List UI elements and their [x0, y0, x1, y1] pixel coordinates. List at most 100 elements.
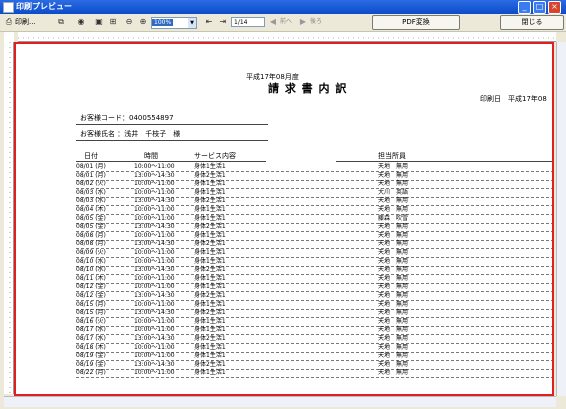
cell-staff: 天地 無用 — [378, 309, 409, 317]
forward-arrow-icon[interactable]: ▶ — [298, 17, 308, 27]
cell-service: 身体1生活1 — [194, 343, 226, 351]
document-title: 請 求 書 内 訳 — [268, 82, 348, 95]
vertical-scrollbar[interactable] — [556, 42, 566, 396]
cell-service: 身体1生活1 — [194, 283, 226, 291]
cell-date: 08/11 (木) — [76, 274, 106, 282]
cell-date: 08/04 (木) — [76, 206, 106, 213]
cell-date: 08/15 (月) — [76, 309, 106, 317]
binoculars-icon[interactable]: ◉ — [76, 17, 86, 27]
cell-staff: 天地 無用 — [378, 231, 409, 239]
cell-time: 13:00〜14:30 — [134, 335, 175, 342]
cell-time: 13:00〜14:30 — [134, 171, 175, 179]
cell-service: 身体2生活1 — [194, 266, 226, 274]
cell-date: 08/03 (水) — [76, 197, 106, 205]
cell-time: 10:00〜11:00 — [134, 257, 175, 265]
title-bar: 印刷プレビュー _ □ × — [0, 0, 566, 14]
print-button[interactable]: 印刷... — [15, 16, 36, 28]
vertical-ruler-ticks — [9, 42, 11, 394]
cell-date: 08/22 (月) — [76, 369, 106, 377]
cell-service: 身体1生活1 — [194, 214, 226, 222]
cell-service: 身体1生活1 — [194, 300, 226, 308]
next-page-icon[interactable]: ⇥ — [218, 17, 228, 27]
first-page-icon[interactable]: ⇤ — [204, 17, 214, 27]
cell-time: 10:00〜11:00 — [134, 214, 175, 222]
cell-date: 08/08 (月) — [76, 231, 106, 239]
pdf-convert-button[interactable]: PDF変換 — [372, 15, 460, 30]
multi-page-icon[interactable]: ⊞ — [108, 17, 118, 27]
close-preview-button[interactable]: 閉じる — [500, 15, 564, 30]
cell-time: 10:00〜11:00 — [134, 343, 175, 351]
page-number-input[interactable]: 1/14 — [231, 17, 265, 27]
page-preview[interactable]: 平成17年08月度 請 求 書 内 訳 印刷日 平成17年08 お客様コード：0… — [14, 42, 554, 396]
cell-service: 身体1生活1 — [194, 188, 226, 196]
cell-time: 13:00〜14:30 — [134, 223, 175, 231]
cell-service: 身体1生活1 — [194, 352, 226, 360]
cell-time: 10:00〜11:00 — [134, 180, 175, 188]
customer-code-underline — [76, 124, 268, 125]
cell-service: 身体1生活1 — [194, 257, 226, 265]
toolbar: ⎙ 印刷... ⧉ ◉ ▣ ⊞ ⊖ ⊕ 100% ▼ ⇤ ⇥ 1/14 ◀ 前へ… — [0, 14, 566, 32]
header-staff: 担当所員 — [378, 152, 406, 160]
zoom-value: 100% — [152, 19, 174, 26]
close-window-button[interactable]: × — [548, 1, 561, 14]
header-underline-left — [76, 161, 266, 162]
cell-service: 身体1生活1 — [194, 326, 226, 334]
cell-date: 08/19 (金) — [76, 352, 106, 360]
horizontal-ruler — [18, 32, 556, 42]
cell-date: 08/05 (金) — [76, 214, 106, 222]
cell-time: 10:00〜11:00 — [134, 300, 175, 308]
table-row: 08/22 (月) 10:00〜11:00 身体1生活1 天地 無用 — [76, 369, 552, 379]
minimize-button[interactable]: _ — [518, 1, 531, 14]
cell-date: 08/08 (月) — [76, 240, 106, 248]
cell-service: 身体1生活1 — [194, 163, 226, 170]
next-button[interactable]: 後ろ — [310, 17, 322, 27]
window-title: 印刷プレビュー — [16, 2, 72, 11]
cell-date: 08/15 (月) — [76, 300, 106, 308]
back-arrow-icon[interactable]: ◀ — [268, 17, 278, 27]
cell-staff: 天地 無用 — [378, 171, 409, 179]
cell-time: 10:00〜11:00 — [134, 317, 175, 325]
horizontal-ruler-ticks — [18, 37, 556, 39]
cell-time: 10:00〜11:00 — [134, 326, 175, 334]
zoom-out-icon[interactable]: ⊖ — [124, 17, 134, 27]
cell-time: 13:00〜14:30 — [134, 240, 175, 248]
cell-staff: 天地 無用 — [378, 292, 409, 299]
cell-date: 08/16 (火) — [76, 317, 106, 325]
chevron-down-icon[interactable]: ▼ — [188, 18, 196, 28]
cell-staff: 天地 無用 — [378, 335, 409, 342]
copy-icon[interactable]: ⧉ — [56, 17, 66, 27]
ruler-corner — [4, 32, 14, 42]
cell-time: 10:00〜11:00 — [134, 249, 175, 256]
single-page-icon[interactable]: ▣ — [94, 17, 104, 27]
cell-date: 08/17 (水) — [76, 326, 106, 334]
header-time: 時間 — [144, 152, 158, 160]
cell-service: 身体2生活1 — [194, 309, 226, 317]
cell-time: 13:00〜14:30 — [134, 292, 175, 299]
customer-code: お客様コード：0400554897 — [80, 114, 174, 122]
cell-staff: 天地 無用 — [378, 317, 409, 325]
maximize-button[interactable]: □ — [533, 1, 546, 14]
cell-date: 08/10 (水) — [76, 266, 106, 274]
cell-time: 10:00〜11:00 — [134, 369, 175, 377]
cell-time: 13:00〜14:30 — [134, 309, 175, 317]
prev-button[interactable]: 前へ — [280, 17, 292, 27]
cell-service: 身体1生活1 — [194, 369, 226, 377]
cell-date: 08/18 (木) — [76, 343, 106, 351]
cell-staff: 天地 無用 — [378, 274, 409, 282]
printer-icon[interactable]: ⎙ — [4, 17, 14, 27]
cell-service: 身体1生活1 — [194, 317, 226, 325]
cell-staff: 天地 無用 — [378, 283, 409, 291]
cell-time: 10:00〜11:00 — [134, 231, 175, 239]
zoom-in-icon[interactable]: ⊕ — [138, 17, 148, 27]
cell-service: 身体1生活1 — [194, 249, 226, 256]
cell-staff: 天地 無用 — [378, 257, 409, 265]
cell-time: 13:00〜14:30 — [134, 360, 175, 368]
cell-time: 10:00〜11:00 — [134, 206, 175, 213]
cell-date: 08/12 (金) — [76, 283, 106, 291]
cell-staff: 天地 無用 — [378, 163, 409, 170]
cell-staff: 天地 無用 — [378, 326, 409, 334]
cell-staff: 天地 無用 — [378, 180, 409, 188]
cell-date: 08/09 (火) — [76, 249, 106, 256]
horizontal-scrollbar[interactable] — [4, 396, 556, 407]
zoom-select[interactable]: 100% ▼ — [151, 17, 197, 29]
